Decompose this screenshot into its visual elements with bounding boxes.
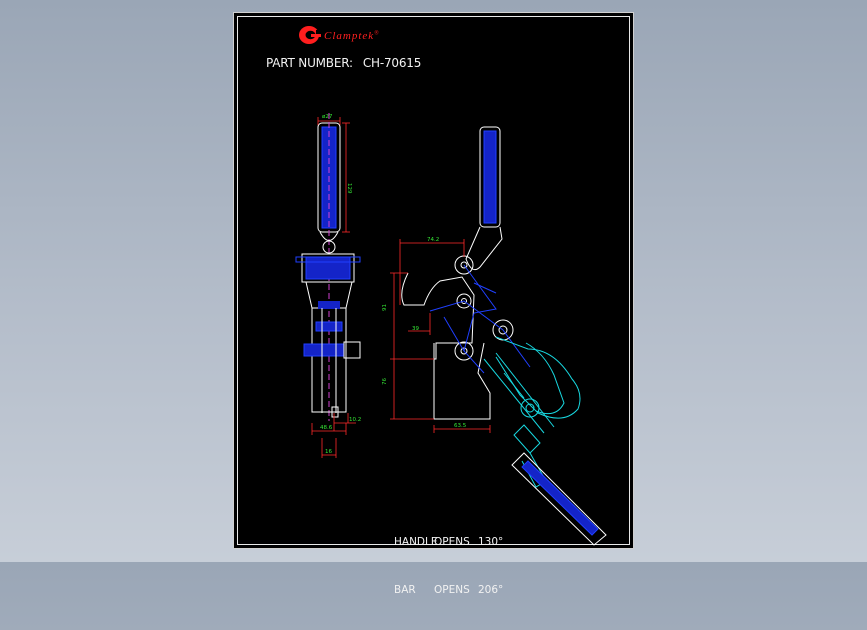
front-bolt bbox=[303, 343, 345, 357]
front-head-fill bbox=[305, 256, 351, 280]
note-value: 130° bbox=[478, 536, 504, 548]
dim-front-slot: 10.2 bbox=[349, 417, 361, 423]
dim-front-width-top: ø27 bbox=[322, 114, 333, 120]
dim-side-offset: 39 bbox=[412, 326, 419, 332]
side-extended-handle bbox=[511, 452, 607, 546]
side-handle-neck bbox=[465, 226, 503, 271]
front-view bbox=[295, 113, 361, 421]
dim-side-base-width: 63.5 bbox=[454, 423, 467, 429]
dim-front-base-width: 48.6 bbox=[320, 425, 333, 431]
side-linkage bbox=[429, 300, 531, 368]
dim-side-height-upper: 91 bbox=[382, 304, 388, 311]
side-handle-fill bbox=[483, 130, 497, 224]
side-view bbox=[401, 126, 607, 546]
note-label: BAR bbox=[394, 584, 416, 596]
front-pin-mid bbox=[318, 301, 340, 309]
front-pin-lower bbox=[315, 321, 343, 332]
opening-notes: HANDLEOPENS 130° BAR OPENS 206° bbox=[394, 502, 503, 630]
dim-front-bottom: 16 bbox=[325, 449, 332, 455]
note-value: 206° bbox=[478, 584, 504, 596]
note-word: OPENS bbox=[434, 584, 470, 596]
note-row: BAR OPENS 206° bbox=[394, 582, 503, 598]
drawing-sheet: Clamptek® PART NUMBER: CH-70615 ø27 129 … bbox=[233, 12, 634, 596]
note-row: HANDLEOPENS 130° bbox=[394, 534, 503, 550]
dim-side-height-lower: 76 bbox=[382, 378, 388, 385]
dim-side-top-width: 74.2 bbox=[427, 237, 439, 243]
note-word: OPENS bbox=[434, 536, 470, 548]
side-dimensions bbox=[390, 239, 491, 433]
note-label: HANDLE bbox=[394, 536, 438, 548]
side-body-outline bbox=[401, 272, 491, 420]
technical-drawing: ø27 129 48.6 10.2 16 74.2 91 39 76 63.5 bbox=[295, 113, 607, 546]
dim-front-handle-length: 129 bbox=[346, 183, 352, 194]
